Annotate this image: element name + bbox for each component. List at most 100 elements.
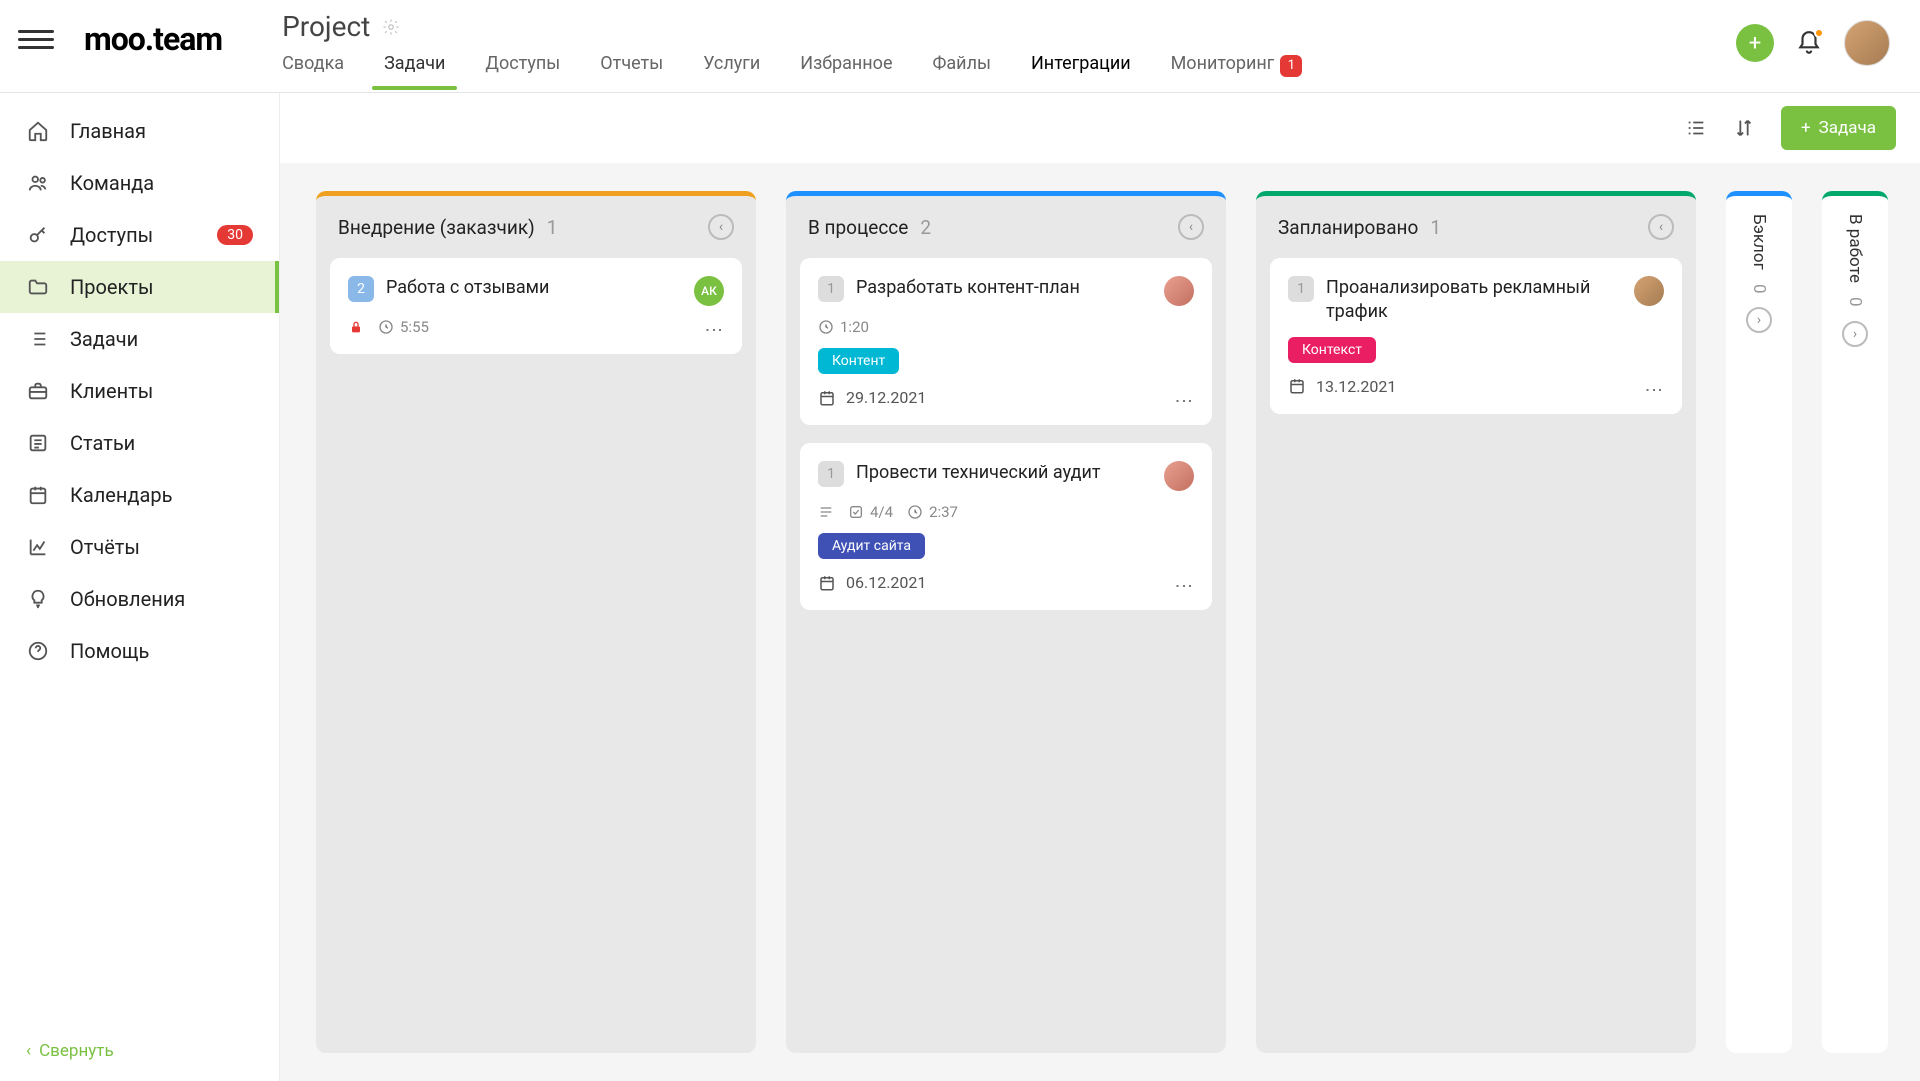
sidebar-item-key[interactable]: Доступы30 (0, 209, 279, 261)
tab-8[interactable]: Мониторинг1 (1171, 53, 1303, 89)
column-collapse-icon[interactable]: ‹ (1648, 214, 1674, 240)
main-content: + Задача Внедрение (заказчик) 1 ‹ 2 Рабо… (280, 93, 1920, 1081)
sidebar-item-folder[interactable]: Проекты (0, 261, 279, 313)
column-2: Запланировано 1 ‹ 1 Проанализировать рек… (1256, 191, 1696, 1053)
card-due-date: 06.12.2021 (818, 573, 1194, 592)
collapse-sidebar[interactable]: ‹ Свернуть (0, 1021, 279, 1081)
sidebar-item-label: Отчёты (70, 535, 140, 559)
sidebar-item-label: Главная (70, 119, 146, 143)
expand-icon[interactable]: › (1842, 321, 1868, 347)
card-title: Провести технический аудит (856, 461, 1152, 485)
board-toolbar: + Задача (280, 93, 1920, 163)
tab-0[interactable]: Сводка (282, 53, 344, 89)
tab-badge: 1 (1280, 55, 1302, 77)
tab-6[interactable]: Файлы (933, 53, 991, 89)
card-priority: 1 (818, 276, 844, 302)
sidebar-item-bulb[interactable]: Обновления (0, 573, 279, 625)
card-more-icon[interactable]: ⋮ (1173, 392, 1194, 411)
tab-5[interactable]: Избранное (800, 53, 892, 89)
home-icon (26, 119, 50, 143)
tab-2[interactable]: Доступы (485, 53, 560, 89)
sidebar-item-calendar[interactable]: Календарь (0, 469, 279, 521)
project-title: Project (282, 10, 370, 43)
card-more-icon[interactable]: ⋮ (1173, 577, 1194, 596)
user-avatar[interactable] (1844, 20, 1890, 66)
topbar: moo.team Project СводкаЗадачиДоступыОтче… (0, 0, 1920, 93)
task-card[interactable]: 1 Проанализировать рекламный трафик Конт… (1270, 258, 1682, 414)
assignee-avatar (1164, 461, 1194, 491)
collapsed-title: Бэклог (1749, 214, 1769, 270)
task-card[interactable]: 1 Провести технический аудит 4/4 2:37Ауд… (800, 443, 1212, 610)
collapsed-count: 0 (1749, 284, 1769, 294)
calendar-icon (26, 483, 50, 507)
collapsed-column-1[interactable]: В работе 0 › (1822, 191, 1888, 1053)
time-spent: 1:20 (818, 318, 869, 336)
column-body: 1 Разработать контент-план 1:20Контент 2… (786, 258, 1226, 624)
column-body: 2 Работа с отзывами АК 5:55⋮ (316, 258, 756, 368)
assignee-avatar (1164, 276, 1194, 306)
sidebar: Главная КомандаДоступы30 Проекты Задачи Клие… (0, 93, 280, 1081)
collapsed-column-0[interactable]: Бэклог 0 › (1726, 191, 1792, 1053)
sidebar-item-users[interactable]: Команда (0, 157, 279, 209)
column-count: 1 (547, 216, 558, 239)
card-tags: Контекст (1288, 337, 1664, 363)
column-header: В процессе 2 ‹ (786, 196, 1226, 258)
tab-7[interactable]: Интеграции (1031, 53, 1131, 89)
sidebar-item-briefcase[interactable]: Клиенты (0, 365, 279, 417)
task-card[interactable]: 2 Работа с отзывами АК 5:55⋮ (330, 258, 742, 354)
sidebar-item-label: Доступы (70, 223, 153, 247)
sidebar-item-label: Проекты (70, 275, 153, 299)
notifications-icon[interactable] (1796, 30, 1822, 56)
chart-icon (26, 535, 50, 559)
tab-1[interactable]: Задачи (384, 53, 445, 89)
lock-icon (348, 319, 364, 335)
project-title-row: Project (282, 10, 1736, 43)
column-count: 1 (1430, 216, 1441, 239)
sidebar-item-home[interactable]: Главная (0, 105, 279, 157)
sidebar-item-article[interactable]: Статьи (0, 417, 279, 469)
column-title: Внедрение (заказчик) (338, 216, 535, 239)
key-icon (26, 223, 50, 247)
column-body: 1 Проанализировать рекламный трафик Конт… (1256, 258, 1696, 428)
tag: Аудит сайта (818, 533, 925, 559)
chevron-left-icon: ‹ (26, 1041, 31, 1061)
column-0: Внедрение (заказчик) 1 ‹ 2 Работа с отзы… (316, 191, 756, 1053)
add-button[interactable]: + (1736, 24, 1774, 62)
card-more-icon[interactable]: ⋮ (1643, 381, 1664, 400)
card-meta: 5:55 (348, 318, 724, 336)
add-task-button[interactable]: + Задача (1781, 106, 1896, 150)
column-collapse-icon[interactable]: ‹ (708, 214, 734, 240)
sidebar-item-label: Задачи (70, 327, 138, 351)
column-1: В процессе 2 ‹ 1 Разработать контент-пла… (786, 191, 1226, 1053)
sort-icon[interactable] (1733, 117, 1755, 139)
assignee-avatar: АК (694, 276, 724, 306)
gear-icon[interactable] (382, 18, 400, 36)
kanban-board: Внедрение (заказчик) 1 ‹ 2 Работа с отзы… (280, 163, 1920, 1081)
card-tags: Аудит сайта (818, 533, 1194, 559)
list-view-icon[interactable] (1685, 117, 1707, 139)
card-more-icon[interactable]: ⋮ (703, 321, 724, 340)
tab-4[interactable]: Услуги (703, 53, 760, 89)
sidebar-item-list[interactable]: Задачи (0, 313, 279, 365)
sidebar-item-help[interactable]: Помощь (0, 625, 279, 677)
card-meta: 1:20 (818, 318, 1194, 336)
tab-3[interactable]: Отчеты (600, 53, 663, 89)
task-card[interactable]: 1 Разработать контент-план 1:20Контент 2… (800, 258, 1212, 425)
bulb-icon (26, 587, 50, 611)
sidebar-item-label: Клиенты (70, 379, 153, 403)
project-tabs: Сводка Задачи Доступы Отчеты Услуги Избранное… (282, 53, 1736, 89)
card-priority: 1 (1288, 276, 1314, 302)
card-priority: 2 (348, 276, 374, 302)
card-due-date: 13.12.2021 (1288, 377, 1664, 396)
sidebar-item-label: Обновления (70, 587, 185, 611)
article-icon (26, 431, 50, 455)
expand-icon[interactable]: › (1746, 307, 1772, 333)
checklist-count: 4/4 (848, 503, 893, 521)
sidebar-item-label: Статьи (70, 431, 135, 455)
column-title: В процессе (808, 216, 908, 239)
sidebar-item-chart[interactable]: Отчёты (0, 521, 279, 573)
sidebar-item-label: Помощь (70, 639, 149, 663)
column-collapse-icon[interactable]: ‹ (1178, 214, 1204, 240)
menu-toggle[interactable] (18, 21, 54, 57)
card-priority: 1 (818, 461, 844, 487)
